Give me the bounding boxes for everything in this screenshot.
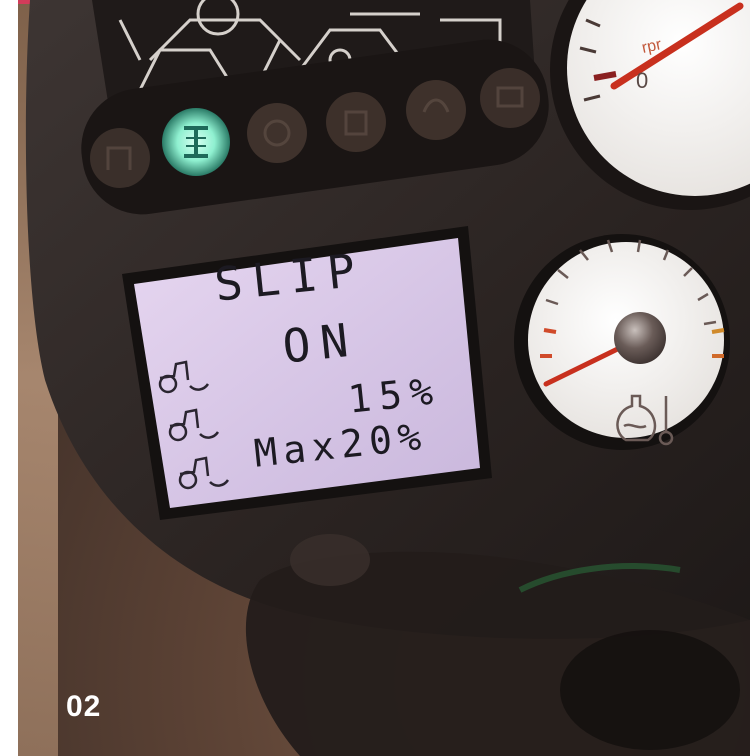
camera-icon bbox=[480, 68, 540, 128]
hydraulics-icon bbox=[326, 92, 386, 152]
page-number: 02 bbox=[66, 690, 102, 723]
dashboard-illustration: 0 bbox=[0, 0, 750, 756]
tachometer-zero: 0 bbox=[636, 68, 648, 93]
lcd-screen bbox=[134, 238, 480, 508]
temp-gauge-hub bbox=[614, 312, 666, 364]
temp-cold-mark bbox=[543, 328, 557, 334]
dashboard-photo: 0 SLIP ON 15% Max20% rpr 02 bbox=[0, 0, 750, 756]
temp-hot-mark bbox=[711, 328, 725, 334]
page-margin bbox=[0, 0, 18, 756]
tachometer-red-mark bbox=[593, 71, 617, 81]
tractor-icon bbox=[90, 128, 150, 188]
gear-icon bbox=[247, 103, 307, 163]
pto-icon bbox=[406, 80, 466, 140]
